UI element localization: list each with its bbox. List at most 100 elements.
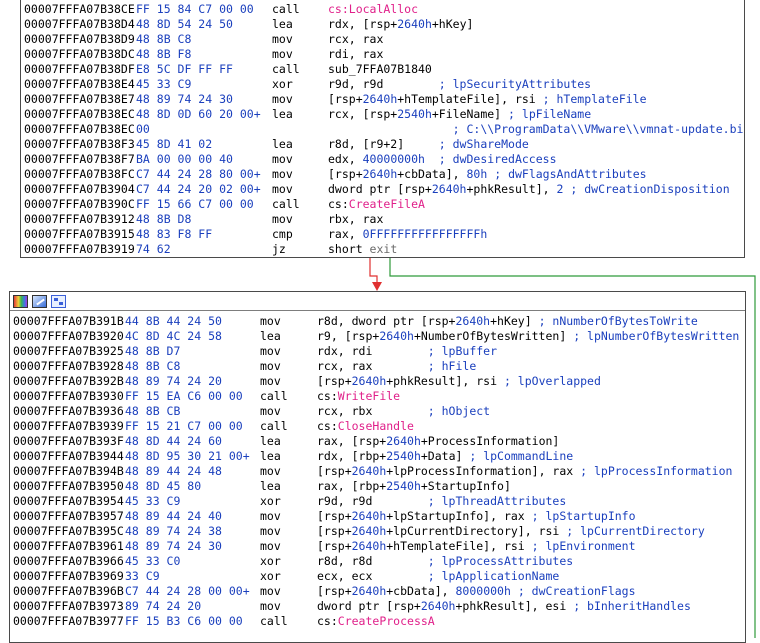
numeric-constant: 40000000h xyxy=(362,152,425,166)
instruction-row[interactable]: 00007FFFA07B3919 74 62 jz short exit xyxy=(24,242,744,257)
instruction-address: 00007FFFA07B3966 xyxy=(13,554,124,568)
mnemonic: mov xyxy=(272,212,293,226)
instruction-row[interactable]: 00007FFFA07B3961 48 89 74 24 30 mov [rsp+26… xyxy=(13,539,745,554)
instruction-row[interactable]: 00007FFFA07B38EC 00 ; C:\\ProgramData\\VM… xyxy=(24,122,744,137)
instruction-list: 00007FFFA07B38CE FF 15 84 C7 00 00 call cs:… xyxy=(24,2,744,257)
operand-text: rdx, [rbp+ xyxy=(317,449,387,463)
instruction-row[interactable]: 00007FFFA07B3954 45 33 C9 xor r9d, r9d ; lp… xyxy=(13,494,745,509)
instruction-row[interactable]: 00007FFFA07B3928 48 8B C8 mov rcx, rax ; hF… xyxy=(13,359,745,374)
api-function-name[interactable]: CreateProcessA xyxy=(338,614,435,628)
instruction-row[interactable]: 00007FFFA07B3944 48 8D 95 30 21 00+ lea rdx… xyxy=(13,449,745,464)
operand-text: rdx, rdi xyxy=(317,344,428,358)
api-function-name[interactable]: CloseHandle xyxy=(338,419,414,433)
instruction-row[interactable]: 00007FFFA07B38DF E8 5C DF FF FF call sub_7F… xyxy=(24,62,744,77)
operand-text: +lpCurrentDirectory], rsi xyxy=(386,524,567,538)
operand-text: +cbData], xyxy=(386,584,456,598)
instruction-row[interactable]: 00007FFFA07B3920 4C 8D 4C 24 58 lea r9, [rs… xyxy=(13,329,745,344)
mnemonic: call xyxy=(260,419,288,433)
api-function-name[interactable]: WriteFile xyxy=(338,389,400,403)
jump-label[interactable]: exit xyxy=(370,242,398,256)
instruction-row[interactable]: 00007FFFA07B38EC 48 8D 0D 60 20 00+ lea rcx… xyxy=(24,107,744,122)
instruction-row[interactable]: 00007FFFA07B3969 33 C9 xor ecx, ecx ; lpApp… xyxy=(13,569,745,584)
code-block-createfile[interactable]: 00007FFFA07B38CE FF 15 84 C7 00 00 call cs:… xyxy=(20,0,745,258)
instruction-row[interactable]: 00007FFFA07B3912 48 8B D8 mov rbx, rax xyxy=(24,212,744,227)
opcode-bytes: 48 8B D7 xyxy=(125,344,181,358)
instruction-address: 00007FFFA07B38F7 xyxy=(24,152,135,166)
operand-text: +hTemplateFile], rsi xyxy=(386,539,532,553)
numeric-constant: 80h xyxy=(466,167,488,181)
operand-text: r8d, dword ptr [rsp+ xyxy=(317,314,456,328)
instruction-row[interactable]: 00007FFFA07B3950 48 8D 45 80 lea rax, [rbp+… xyxy=(13,479,745,494)
comment: ; dwCreationDisposition xyxy=(570,182,730,196)
opcode-bytes: FF 15 84 C7 00 00 xyxy=(136,2,254,16)
opcode-bytes: C7 44 24 28 80 00+ xyxy=(136,167,261,181)
instruction-row[interactable]: 00007FFFA07B393F 48 8D 44 24 60 lea rax, [r… xyxy=(13,434,745,449)
graph-view-icon[interactable] xyxy=(51,294,66,308)
comment: ; lpOverlapped xyxy=(503,374,601,388)
instruction-row[interactable]: 00007FFFA07B3936 48 8B CB mov rcx, rbx ; hO… xyxy=(13,404,745,419)
instruction-address: 00007FFFA07B392B xyxy=(13,374,124,388)
operands: [rsp+2640h+cbData], 80h ; dwFlagsAndAttr… xyxy=(328,167,647,182)
instruction-row[interactable]: 00007FFFA07B38FC C7 44 24 28 80 00+ mov [rs… xyxy=(24,167,744,182)
instruction-row[interactable]: 00007FFFA07B396B C7 44 24 28 00 00+ mov [rs… xyxy=(13,584,745,599)
instruction-address: 00007FFFA07B3919 xyxy=(24,242,135,256)
instruction-row[interactable]: 00007FFFA07B392B 48 89 74 24 20 mov [rsp+26… xyxy=(13,374,745,389)
comment: ; lpCommandLine xyxy=(469,449,574,463)
api-function-name[interactable]: cs:LocalAlloc xyxy=(328,2,418,16)
instruction-row[interactable]: 00007FFFA07B3904 C7 44 24 20 02 00+ mov dwo… xyxy=(24,182,744,197)
instruction-row[interactable]: 00007FFFA07B38F7 BA 00 00 00 40 mov edx, 40… xyxy=(24,152,744,167)
mnemonic: mov xyxy=(272,92,293,106)
instruction-row[interactable]: 00007FFFA07B391B 44 8B 44 24 50 mov r8d, dw… xyxy=(13,314,745,329)
api-function-name[interactable]: CreateFileA xyxy=(349,197,425,211)
instruction-row[interactable]: 00007FFFA07B3973 89 74 24 20 mov dword ptr … xyxy=(13,599,745,614)
mnemonic: mov xyxy=(272,167,293,181)
instruction-row[interactable]: 00007FFFA07B3977 FF 15 B3 C6 00 00 call cs:… xyxy=(13,614,745,629)
instruction-row[interactable]: 00007FFFA07B3957 48 89 44 24 40 mov [rsp+26… xyxy=(13,509,745,524)
instruction-row[interactable]: 00007FFFA07B38DC 48 8B F8 mov rdi, rax xyxy=(24,47,744,62)
instruction-row[interactable]: 00007FFFA07B3966 45 33 C0 xor r8d, r8d ; lp… xyxy=(13,554,745,569)
instruction-row[interactable]: 00007FFFA07B3939 FF 15 21 C7 00 00 call cs:… xyxy=(13,419,745,434)
instruction-address: 00007FFFA07B3961 xyxy=(13,539,124,553)
operands: ecx, ecx ; lpApplicationName xyxy=(317,569,559,584)
instruction-row[interactable]: 00007FFFA07B38CE FF 15 84 C7 00 00 call cs:… xyxy=(24,2,744,17)
operand-text: [rsp+ xyxy=(317,509,352,523)
comment: ; lpFileName xyxy=(508,107,592,121)
instruction-address: 00007FFFA07B38DC xyxy=(24,47,135,61)
instruction-row[interactable]: 00007FFFA07B38F3 45 8D 41 02 lea r8d, [r9+2… xyxy=(24,137,744,152)
code-block-writefile[interactable]: 00007FFFA07B391B 44 8B 44 24 50 mov r8d, dw… xyxy=(9,291,746,643)
comment: ; lpSecurityAttributes xyxy=(438,77,592,91)
mnemonic: mov xyxy=(260,344,281,358)
operand-text: [rsp+ xyxy=(317,524,352,538)
instruction-address: 00007FFFA07B3977 xyxy=(13,614,124,628)
opcode-bytes: 48 8B CB xyxy=(125,404,181,418)
operand-text: +lpStartupInfo], rax xyxy=(386,509,532,523)
opcode-bytes: FF 15 EA C6 00 00 xyxy=(125,389,243,403)
instruction-row[interactable]: 00007FFFA07B38D4 48 8D 54 24 50 lea rdx, [r… xyxy=(24,17,744,32)
operands: [rsp+2640h+lpStartupInfo], rax ; lpStart… xyxy=(317,509,636,524)
operands: r9d, r9d ; lpSecurityAttributes xyxy=(328,77,591,92)
numeric-constant: 2640h xyxy=(379,329,414,343)
edit-block-icon[interactable] xyxy=(32,294,47,308)
operand-text: sub_7FFA07B1840 xyxy=(328,62,432,76)
numeric-constant: 2640h xyxy=(351,374,387,388)
comment: ; hObject xyxy=(427,404,491,418)
operands: rdx, [rbp+2540h+Data] ; lpCommandLine xyxy=(317,449,573,464)
instruction-row[interactable]: 00007FFFA07B38E4 45 33 C9 xor r9d, r9d ; lp… xyxy=(24,77,744,92)
numeric-constant: 2640h xyxy=(351,509,387,523)
instruction-row[interactable]: 00007FFFA07B395C 48 89 74 24 38 mov [rsp+26… xyxy=(13,524,745,539)
instruction-row[interactable]: 00007FFFA07B38D9 48 8B C8 mov rcx, rax xyxy=(24,32,744,47)
instruction-row[interactable]: 00007FFFA07B394B 48 89 44 24 48 mov [rsp+26… xyxy=(13,464,745,479)
mnemonic: mov xyxy=(272,152,293,166)
instruction-row[interactable]: 00007FFFA07B3925 48 8B D7 mov rdx, rdi ; lp… xyxy=(13,344,745,359)
operand-text: rcx, [rsp+ xyxy=(328,107,398,121)
operands: rax, 0FFFFFFFFFFFFFFFFh xyxy=(328,227,487,242)
instruction-row[interactable]: 00007FFFA07B390C FF 15 66 C7 00 00 call cs:… xyxy=(24,197,744,212)
operands: short exit xyxy=(328,242,397,257)
color-palette-icon[interactable] xyxy=(13,294,28,308)
instruction-row[interactable]: 00007FFFA07B3915 48 83 F8 FF cmp rax, 0FFFF… xyxy=(24,227,744,242)
instruction-row[interactable]: 00007FFFA07B38E7 48 89 74 24 30 mov [rsp+26… xyxy=(24,92,744,107)
comment: ; C:\\ProgramData\\VMware\\vmnat-update.… xyxy=(328,122,745,136)
opcode-bytes: FF 15 B3 C6 00 00 xyxy=(125,614,243,628)
instruction-row[interactable]: 00007FFFA07B3930 FF 15 EA C6 00 00 call cs:… xyxy=(13,389,745,404)
operand-text: edx, xyxy=(328,152,363,166)
